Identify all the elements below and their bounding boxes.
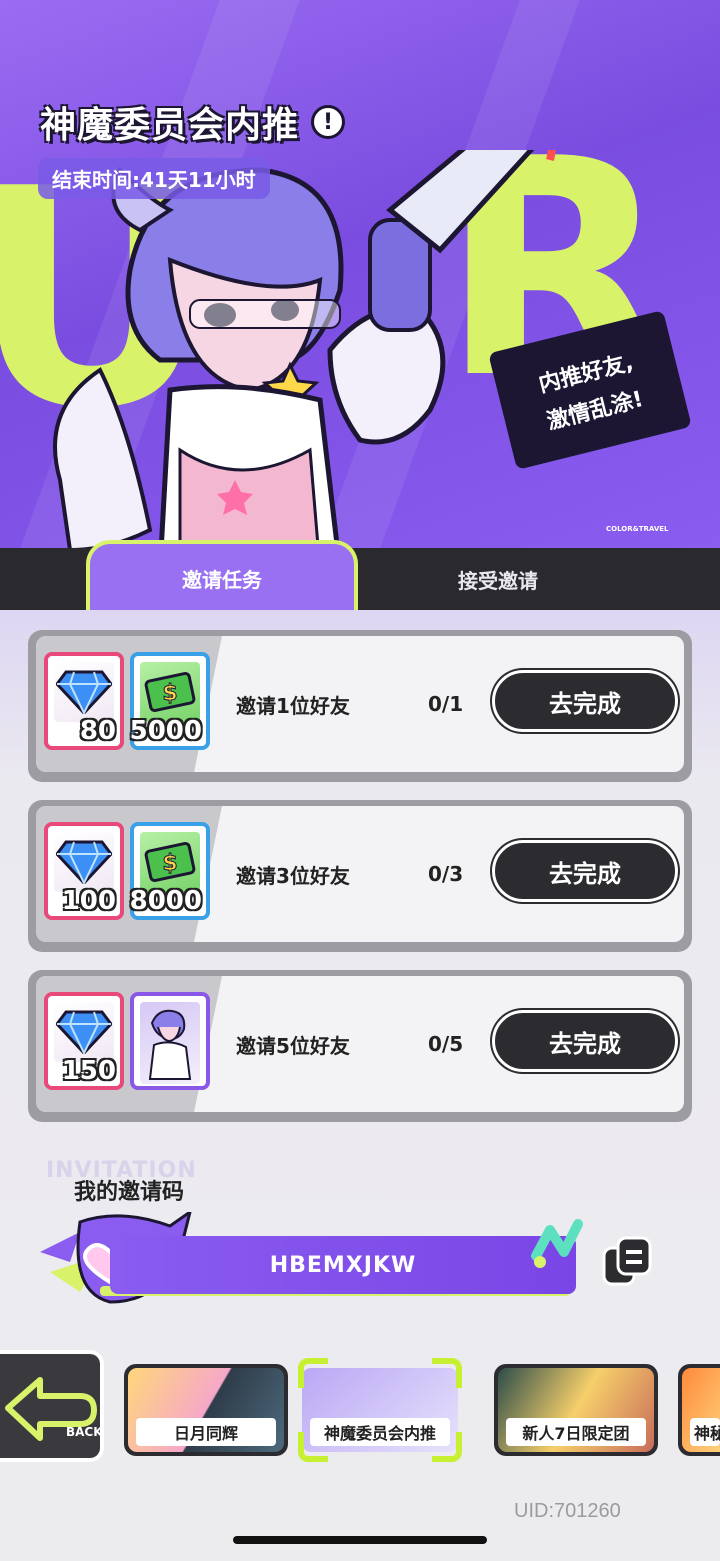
tab-accept-invite[interactable]: 接受邀请: [370, 548, 626, 610]
cash-icon: $: [140, 832, 200, 892]
character-illustration: [53, 150, 556, 548]
invitation-title: 我的邀请码: [74, 1180, 185, 1205]
reward-item: [130, 992, 210, 1090]
diamond-icon: [54, 662, 114, 722]
event-end-time: 结束时间:41天11小时: [38, 158, 270, 199]
reward-qty: 5000: [129, 716, 202, 746]
task-card: 80 $ 5000 邀请1位好友 0/1 去完成: [28, 630, 692, 782]
svg-text:$: $: [162, 851, 177, 876]
copy-button[interactable]: [600, 1234, 654, 1288]
task-label: 邀请3位好友: [236, 863, 350, 888]
diamond-icon: [54, 832, 114, 892]
cash-icon: $: [140, 662, 200, 722]
invitation-code: HBEMXJKW: [110, 1236, 576, 1294]
copy-icon: [602, 1236, 652, 1286]
nav-item-label: 日月同辉: [136, 1418, 276, 1446]
nav-item-label: 神魔委员会内推: [310, 1418, 450, 1446]
event-banner: U R 神魔委员会内推 ! 结束时间:41天11小时 内推好友, 激情乱涂! C…: [0, 0, 720, 548]
reward-qty: 8000: [129, 886, 202, 916]
nav-event-committee[interactable]: 神魔委员会内推: [298, 1358, 462, 1462]
reward-item: $ 5000: [130, 652, 210, 750]
task-label: 邀请1位好友: [236, 693, 350, 718]
reward-item: 150: [44, 992, 124, 1090]
reward-item: $ 8000: [130, 822, 210, 920]
brand-tag: COLOR&TRAVEL: [606, 525, 669, 533]
nav-event-sun-moon[interactable]: 日月同辉: [124, 1364, 288, 1456]
user-id: UID:701260: [514, 1500, 621, 1522]
task-progress: 0/5: [428, 1032, 464, 1056]
page-title: 神魔委员会内推: [40, 105, 300, 146]
m-logo-icon: [531, 1219, 583, 1268]
nav-event-newcomer[interactable]: 新人7日限定团: [494, 1364, 658, 1456]
task-label: 邀请5位好友: [236, 1033, 350, 1058]
event-thumbnail: 新人7日限定团: [498, 1368, 654, 1452]
task-progress: 0/1: [428, 692, 464, 716]
exclamation-icon: !: [322, 109, 334, 135]
svg-text:$: $: [162, 681, 177, 706]
diamond-icon: [54, 1002, 114, 1062]
home-indicator[interactable]: [233, 1536, 487, 1544]
task-card: 100 $ 8000 邀请3位好友 0/3 去完成: [28, 800, 692, 952]
nav-item-label: 神秘: [690, 1418, 720, 1446]
go-complete-button[interactable]: 去完成: [492, 1010, 678, 1072]
reward-item: 80: [44, 652, 124, 750]
tab-invite-tasks[interactable]: 邀请任务: [86, 540, 358, 612]
event-thumbnail: 日月同辉: [128, 1368, 284, 1452]
reward-qty: 80: [79, 716, 116, 746]
back-button[interactable]: BACK: [0, 1350, 104, 1462]
reward-qty: 100: [61, 886, 116, 916]
reward-qty: 150: [61, 1056, 116, 1086]
go-complete-button[interactable]: 去完成: [492, 670, 678, 732]
task-progress: 0/3: [428, 862, 464, 886]
task-card: 150 邀请5位好友 0/5 去完成: [28, 970, 692, 1122]
nav-item-label: 新人7日限定团: [506, 1418, 646, 1446]
tab-bar: 邀请任务 接受邀请: [0, 540, 720, 612]
character-card-icon: [140, 1002, 200, 1084]
back-label: BACK: [66, 1425, 100, 1439]
info-button[interactable]: !: [311, 105, 346, 139]
reward-item: 100: [44, 822, 124, 920]
nav-event-mystery[interactable]: 神秘: [678, 1364, 720, 1456]
event-thumbnail: 神秘: [682, 1368, 720, 1452]
back-arrow-icon: BACK: [5, 1377, 100, 1441]
go-complete-button[interactable]: 去完成: [492, 840, 678, 902]
